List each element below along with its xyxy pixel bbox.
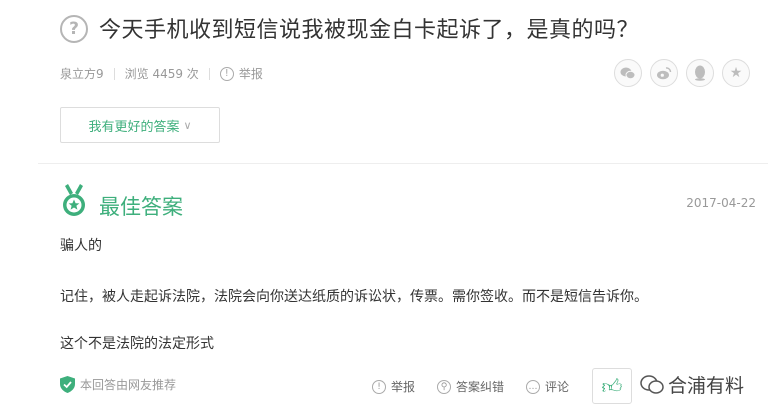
shield-check-icon	[60, 376, 75, 393]
answer-actions: ! 举报 ⚲ 答案纠错 … 评论	[372, 378, 591, 395]
answer-correct-button[interactable]: ⚲ 答案纠错	[437, 378, 504, 395]
best-answer-title: 最佳答案	[99, 195, 183, 219]
report-link[interactable]: 举报	[239, 65, 263, 82]
comment-button[interactable]: … 评论	[526, 378, 569, 395]
medal-icon	[63, 184, 85, 216]
qq-icon[interactable]	[686, 59, 714, 87]
better-answer-button[interactable]: 我有更好的答案 ∨	[60, 107, 220, 143]
wechat-icon[interactable]	[614, 59, 642, 87]
author-name[interactable]: 泉立方9	[60, 65, 104, 82]
answer-report-label: 举报	[391, 380, 416, 394]
comment-label: 评论	[545, 380, 570, 394]
question-title: 今天手机收到短信说我被现金白卡起诉了，是真的吗？	[99, 18, 640, 43]
meta-divider	[113, 67, 115, 80]
better-answer-label: 我有更好的答案	[88, 119, 180, 135]
section-divider	[38, 163, 768, 164]
comment-icon: …	[526, 379, 541, 394]
answer-date: 2017-04-22	[686, 196, 756, 210]
question-circle-icon: ?	[60, 15, 88, 43]
like-button[interactable]: 👍︎	[592, 368, 632, 404]
thumbs-up-icon: 👍︎	[601, 373, 623, 398]
meta-divider	[208, 67, 210, 80]
watermark-text: 合浦有料	[668, 375, 745, 397]
weibo-icon[interactable]	[650, 59, 678, 87]
question-meta: 泉立方9 浏览 4459 次 ! 举报	[60, 65, 263, 82]
star-icon[interactable]: ★	[722, 59, 750, 87]
report-icon: !	[219, 66, 234, 81]
answer-line: 骗人的	[60, 238, 102, 254]
search-correct-icon: ⚲	[437, 379, 452, 394]
view-count: 浏览 4459 次	[124, 67, 199, 81]
answer-line: 记住，被人走起诉法院，法院会向你送达纸质的诉讼状，传票。需你签收。而不是短信告诉…	[60, 289, 648, 305]
answer-line: 这个不是法院的法定形式	[60, 336, 214, 352]
recommend-label: 本回答由网友推荐	[80, 378, 177, 392]
recommend-note: 本回答由网友推荐	[60, 376, 176, 393]
answer-correct-label: 答案纠错	[456, 380, 505, 394]
answer-report-button[interactable]: ! 举报	[372, 378, 415, 395]
chevron-down-icon: ∨	[183, 118, 192, 132]
chat-bubble-icon	[640, 374, 664, 394]
report-icon: !	[372, 379, 386, 394]
share-bar: ★	[614, 59, 750, 87]
watermark: 合浦有料	[640, 371, 744, 398]
